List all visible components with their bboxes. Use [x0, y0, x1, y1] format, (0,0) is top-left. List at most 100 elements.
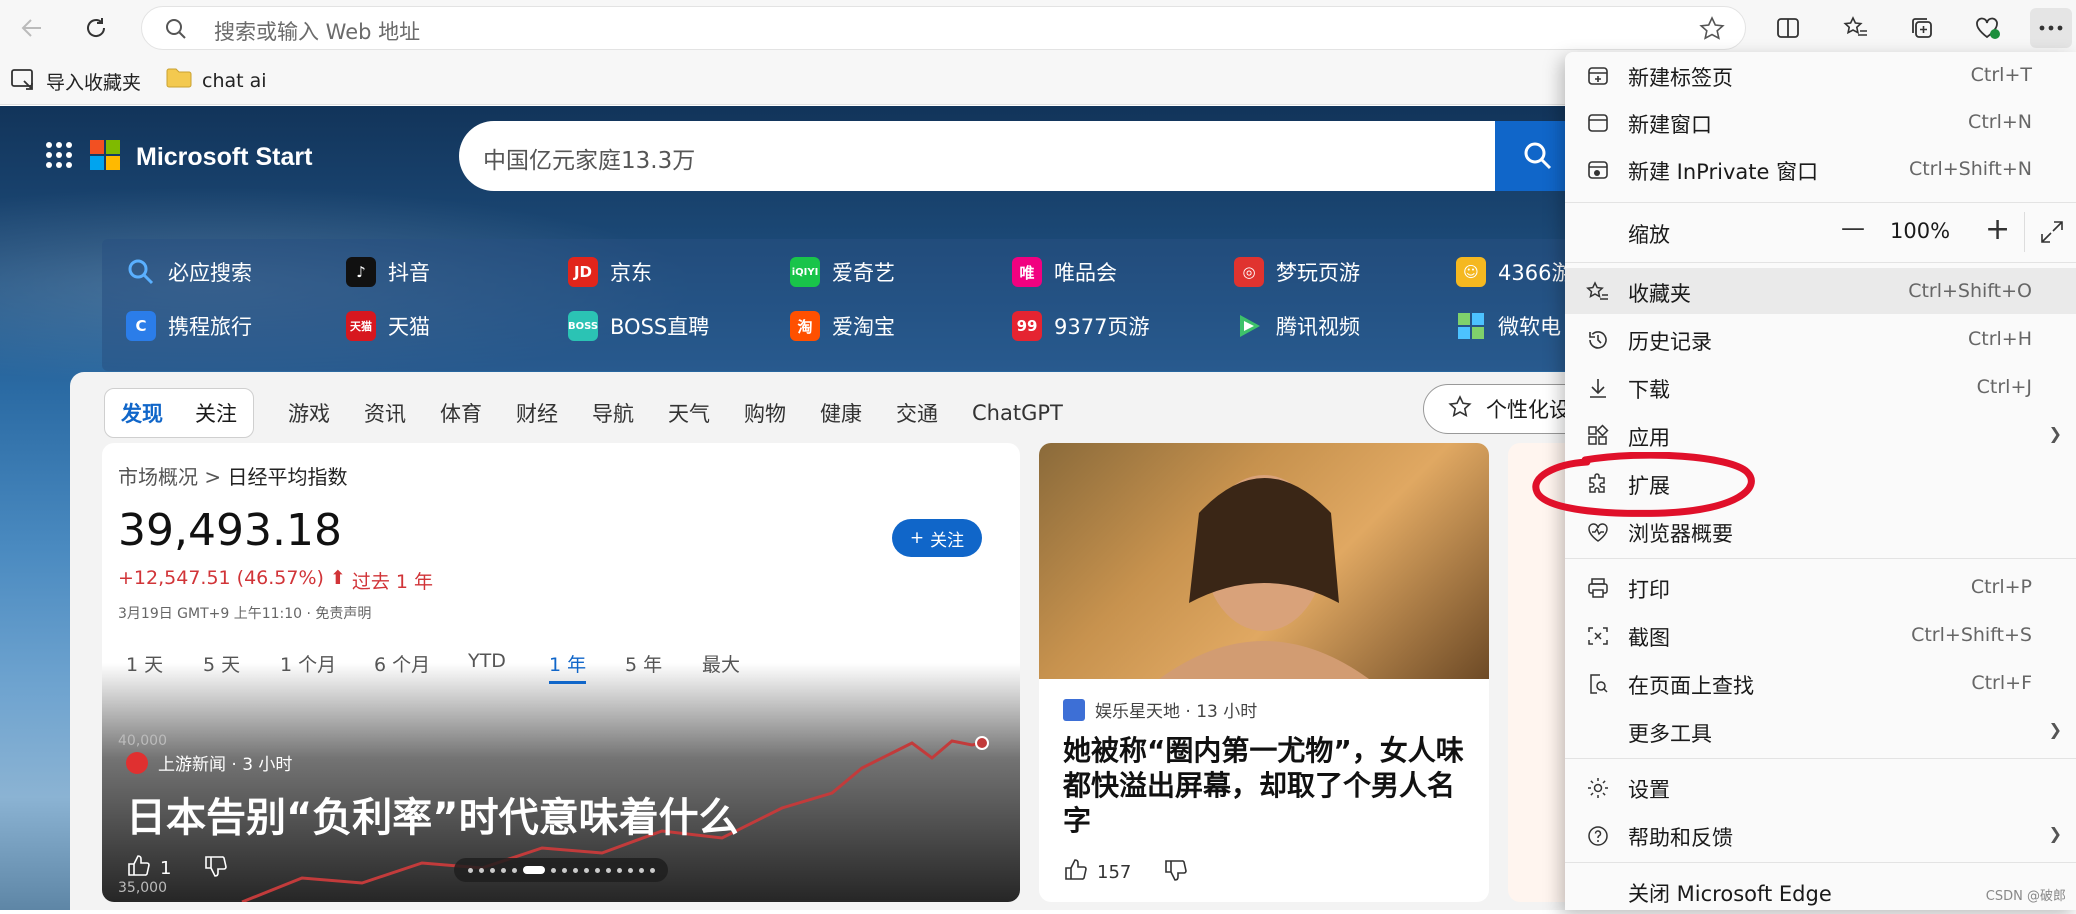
menu-print[interactable]: 打印 Ctrl+P: [1565, 564, 2076, 610]
tab-follow[interactable]: 关注: [195, 398, 237, 428]
carousel-dots[interactable]: [454, 858, 668, 882]
likes-count: 157: [1097, 862, 1132, 883]
quicklink-microsoft[interactable]: 微软电: [1456, 311, 1561, 341]
quick-links-panel: 必应搜索 ♪ 抖音 JD 京东 iQIYI 爱奇艺 唯 唯品会 ◎ 梦玩页游 ☺…: [102, 239, 1682, 371]
tab-weather[interactable]: 天气: [668, 398, 710, 428]
market-follow-button[interactable]: + 关注: [892, 519, 982, 557]
period-1d[interactable]: 1 天: [126, 650, 163, 677]
menu-new-tab[interactable]: 新建标签页 Ctrl+T: [1565, 52, 2076, 98]
thumbs-down-icon[interactable]: [203, 853, 229, 884]
period-6m[interactable]: 6 个月: [374, 650, 430, 677]
quicklink-tencent-video[interactable]: 腾讯视频: [1234, 311, 1360, 341]
menu-find-on-page[interactable]: 在页面上查找 Ctrl+F: [1565, 660, 2076, 706]
search-icon: [164, 17, 188, 45]
quicklink-vip[interactable]: 唯 唯品会: [1012, 257, 1117, 287]
back-icon[interactable]: [14, 10, 50, 46]
menu-label: 在页面上查找: [1628, 674, 1754, 698]
quicklink-jd[interactable]: JD 京东: [568, 257, 652, 287]
period-5y[interactable]: 5 年: [625, 650, 662, 677]
iqiyi-icon: iQIYI: [790, 257, 820, 287]
period-5d[interactable]: 5 天: [203, 650, 240, 677]
personalize-label: 个性化设: [1486, 398, 1570, 422]
menu-new-window[interactable]: 新建窗口 Ctrl+N: [1565, 99, 2076, 145]
refresh-icon[interactable]: [78, 10, 114, 46]
period-1y-selected[interactable]: 1 年: [549, 650, 587, 684]
microsoft-store-icon: [1456, 311, 1486, 341]
period-1m[interactable]: 1 个月: [280, 650, 336, 677]
quicklink-bing[interactable]: 必应搜索: [126, 257, 252, 287]
favorites-icon[interactable]: [1838, 10, 1874, 46]
split-screen-icon[interactable]: [1770, 10, 1806, 46]
favorites-icon: [1585, 279, 1611, 305]
menu-new-inprivate[interactable]: 新建 InPrivate 窗口 Ctrl+Shift+N: [1565, 146, 2076, 192]
bookmark-label: chat ai: [202, 69, 267, 92]
market-price: 39,493.18: [118, 505, 342, 556]
browser-essentials-icon[interactable]: [1970, 10, 2006, 46]
browser-essentials-heart-icon: [1585, 519, 1611, 545]
quicklink-aitaobao[interactable]: 淘 爱淘宝: [790, 311, 895, 341]
menu-label: 帮助和反馈: [1628, 826, 1733, 850]
market-card[interactable]: 市场概况 > 日经平均指数 39,493.18 +12,547.51 (46.5…: [102, 443, 1020, 902]
tab-shopping[interactable]: 购物: [744, 398, 786, 428]
photo-news-headline[interactable]: 她被称“圈内第一尤物”，女人味都快溢出屏幕，却取了个男人名字: [1063, 733, 1473, 838]
quicklink-douyin[interactable]: ♪ 抖音: [346, 257, 430, 287]
fullscreen-icon[interactable]: [2039, 219, 2065, 249]
quicklink-label: 腾讯视频: [1276, 315, 1360, 339]
tab-health[interactable]: 健康: [820, 398, 862, 428]
favorite-star-icon[interactable]: [1699, 16, 1725, 46]
menu-label: 截图: [1628, 626, 1670, 650]
thumbs-down-icon[interactable]: [1163, 857, 1189, 888]
menu-shortcut: Ctrl+N: [1968, 111, 2032, 133]
quicklink-4366[interactable]: ☺ 4366游: [1456, 257, 1572, 287]
apps-grid-icon[interactable]: [44, 140, 74, 174]
quicklink-iqiyi[interactable]: iQIYI 爱奇艺: [790, 257, 895, 287]
zoom-in-button[interactable]: +: [1985, 212, 2010, 247]
source-label: 娱乐星天地 · 13 小时: [1095, 702, 1258, 722]
market-headline[interactable]: 日本告别“负利率”时代意味着什么: [126, 785, 739, 843]
msn-search-text: 中国亿元家庭13.3万: [483, 148, 696, 174]
tab-sports[interactable]: 体育: [440, 398, 482, 428]
menu-shortcut: Ctrl+F: [1971, 672, 2032, 694]
tab-traffic[interactable]: 交通: [896, 398, 938, 428]
tab-news[interactable]: 资讯: [364, 398, 406, 428]
quicklink-9377[interactable]: 99 9377页游: [1012, 311, 1149, 341]
menu-settings[interactable]: 设置: [1565, 764, 2076, 810]
bookmark-import[interactable]: 导入收藏夹: [10, 67, 141, 96]
zoom-out-button[interactable]: —: [1841, 214, 1865, 242]
address-placeholder: 搜索或输入 Web 地址: [214, 20, 421, 44]
brand-title[interactable]: Microsoft Start: [136, 143, 312, 172]
menu-favorites[interactable]: 收藏夹 Ctrl+Shift+O: [1565, 268, 2076, 314]
quicklink-ctrip[interactable]: C 携程旅行: [126, 311, 252, 341]
quicklink-mengwan[interactable]: ◎ 梦玩页游: [1234, 257, 1360, 287]
period-max[interactable]: 最大: [702, 650, 740, 677]
menu-help-feedback[interactable]: 帮助和反馈 ❯: [1565, 812, 2076, 858]
menu-label: 应用: [1628, 426, 1670, 450]
tab-finance[interactable]: 财经: [516, 398, 558, 428]
tab-games[interactable]: 游戏: [288, 398, 330, 428]
tab-navigation[interactable]: 导航: [592, 398, 634, 428]
source-logo-icon: [126, 751, 148, 774]
tab-discover[interactable]: 发现: [121, 398, 163, 428]
photo-news-card[interactable]: 娱乐星天地 · 13 小时 她被称“圈内第一尤物”，女人味都快溢出屏幕，却取了个…: [1039, 443, 1489, 902]
period-ytd[interactable]: YTD: [468, 650, 506, 672]
tab-chatgpt[interactable]: ChatGPT: [972, 401, 1063, 425]
breadcrumb-nikkei[interactable]: 日经平均指数: [227, 465, 347, 489]
menu-screenshot[interactable]: 截图 Ctrl+Shift+S: [1565, 612, 2076, 658]
thumbs-up-icon[interactable]: [126, 853, 152, 884]
plus-icon: +: [909, 528, 925, 548]
menu-downloads[interactable]: 下载 Ctrl+J: [1565, 364, 2076, 410]
address-bar[interactable]: 搜索或输入 Web 地址: [141, 6, 1746, 50]
collections-icon[interactable]: [1904, 10, 1940, 46]
breadcrumb-market-overview[interactable]: 市场概况: [118, 465, 198, 489]
bookmark-folder-chat-ai[interactable]: chat ai: [166, 67, 267, 94]
msn-search-input[interactable]: 中国亿元家庭13.3万: [459, 121, 1495, 191]
quicklink-tmall[interactable]: 天猫 天猫: [346, 311, 430, 341]
microsoft-start-header: Microsoft Start: [44, 140, 312, 174]
menu-label: 浏览器概要: [1628, 522, 1733, 546]
thumbs-up-icon[interactable]: [1063, 857, 1089, 888]
menu-more-tools[interactable]: 更多工具 ❯: [1565, 708, 2076, 754]
quicklink-boss[interactable]: BOSS BOSS直聘: [568, 311, 709, 341]
settings-and-more-icon[interactable]: [2030, 8, 2072, 48]
menu-history[interactable]: 历史记录 Ctrl+H: [1565, 316, 2076, 362]
boss-icon: BOSS: [568, 311, 598, 341]
